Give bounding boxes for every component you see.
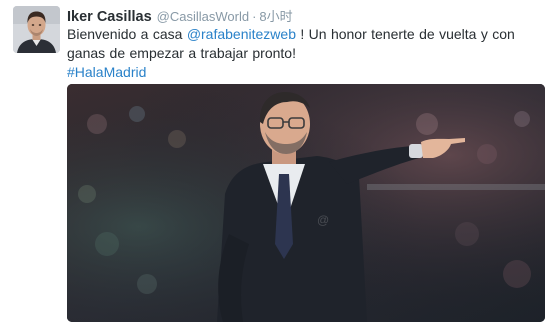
- hashtag-link[interactable]: #HalaMadrid: [67, 64, 146, 80]
- avatar-photo-icon: [13, 6, 60, 53]
- tweet-photo[interactable]: @: [67, 84, 545, 322]
- tweet-timestamp[interactable]: 8小时: [259, 6, 292, 25]
- tweet-header: Iker Casillas @CasillasWorld · 8小时: [67, 6, 293, 26]
- svg-text:@: @: [317, 213, 329, 227]
- author-name[interactable]: Iker Casillas: [67, 9, 152, 25]
- tweet-text: Bienvenido a casa @rafabenitezweb ! Un h…: [67, 25, 542, 82]
- separator-dot: ·: [252, 9, 257, 24]
- author-avatar[interactable]: [13, 6, 60, 53]
- tweet: Iker Casillas @CasillasWorld · 8小时 Bienv…: [0, 0, 550, 330]
- coach-pointing-photo-icon: @: [67, 84, 545, 322]
- mention-link[interactable]: @rafabenitezweb: [187, 26, 296, 42]
- author-handle[interactable]: @CasillasWorld: [157, 9, 249, 24]
- tweet-text-part-1: Bienvenido a casa: [67, 26, 187, 42]
